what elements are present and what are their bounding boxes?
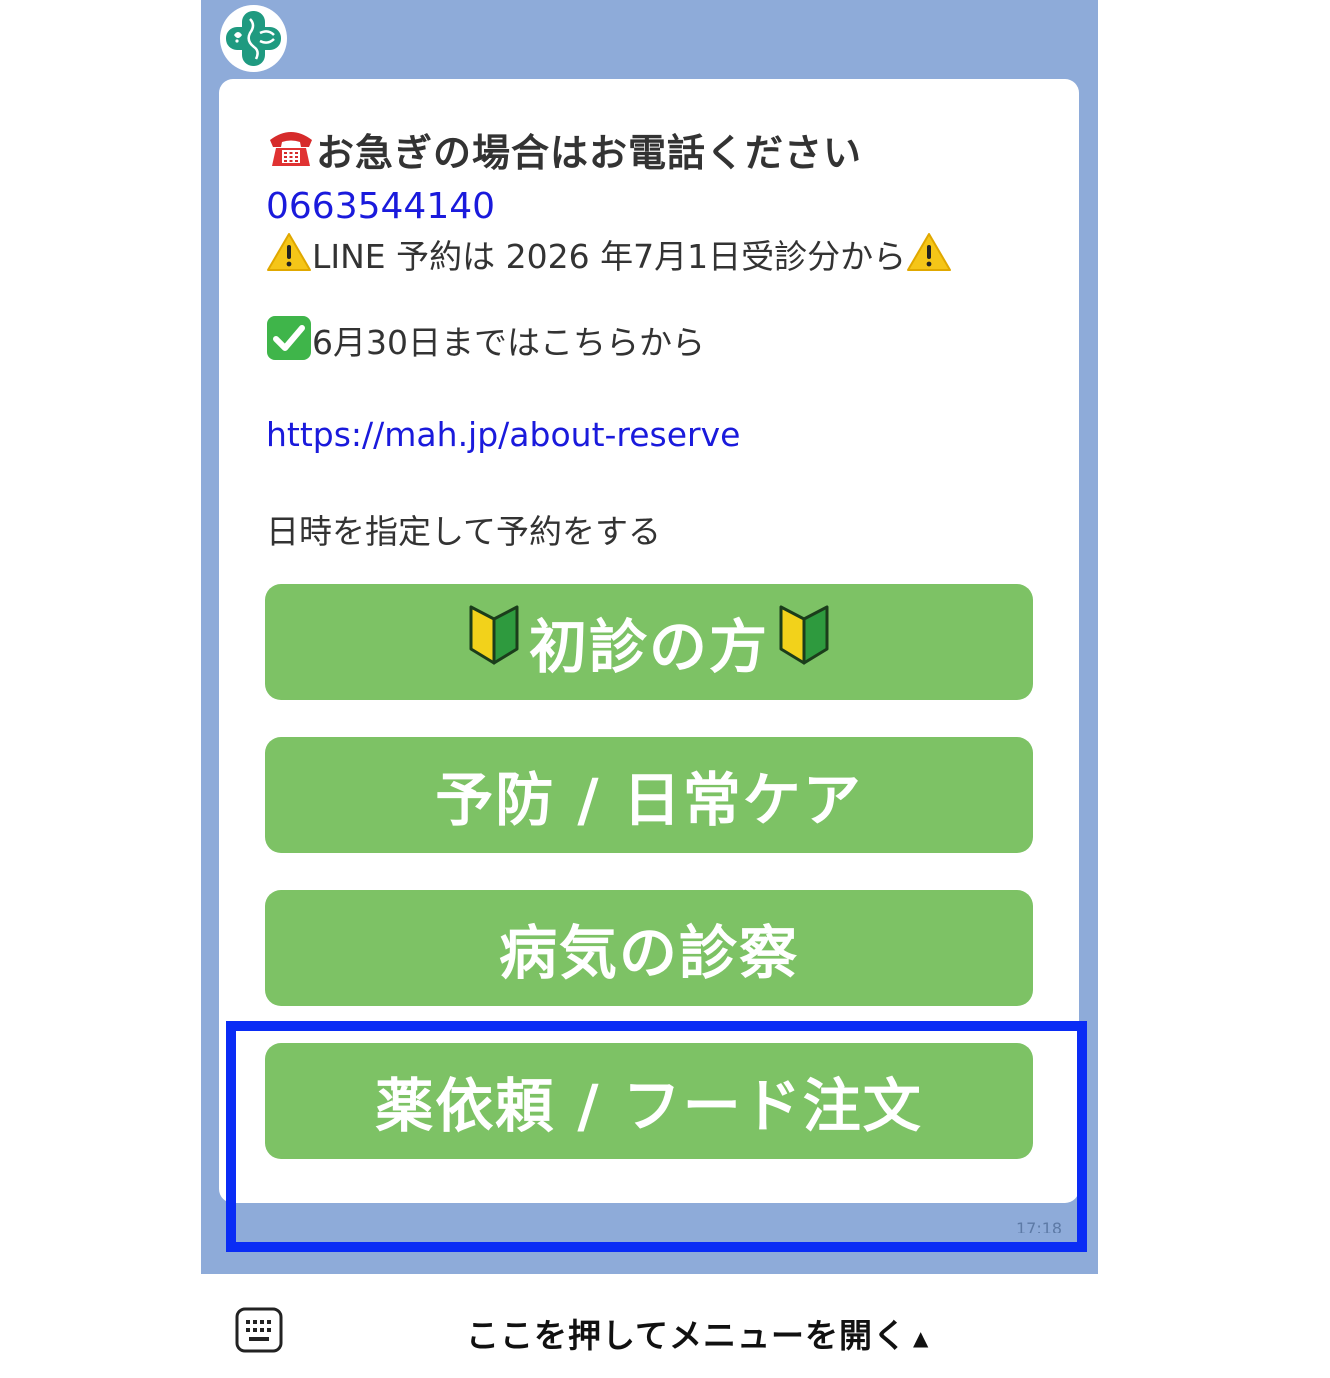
medicine-food-order-button[interactable]: 薬依頼 / フード注文 [265, 1043, 1033, 1159]
reserve-url-link[interactable]: https://mah.jp/about-reserve [266, 415, 740, 454]
reservation-notice: LINE 予約は 2026 年7月1日受診分から [266, 230, 952, 283]
message-timestamp: 17:18 [1016, 1219, 1063, 1233]
phone-number-link[interactable]: 0663544140 [266, 186, 495, 227]
instruction-text: 日時を指定して予約をする [266, 512, 662, 551]
clinic-logo-icon [220, 5, 287, 72]
open-menu-toggle[interactable]: ここを押してメニューを開く ▲ [466, 1309, 929, 1357]
beginner-mark-icon [777, 605, 831, 679]
notice-text: LINE 予約は 2026 年7月1日受診分から [312, 237, 907, 276]
first-visit-label: 初診の方 [528, 613, 769, 681]
keyboard-icon[interactable] [235, 1307, 283, 1357]
warning-icon [906, 232, 952, 280]
first-visit-button[interactable]: 初診の方 [265, 584, 1033, 700]
telephone-icon [266, 126, 316, 179]
beginner-mark-icon [467, 605, 521, 679]
open-menu-label: ここを押してメニューを開く [466, 1316, 908, 1355]
emergency-heading: お急ぎの場合はお電話ください [266, 122, 862, 182]
prevention-care-button[interactable]: 予防 / 日常ケア [265, 737, 1033, 853]
check-mark-icon [266, 315, 312, 369]
illness-exam-button[interactable]: 病気の診察 [265, 890, 1033, 1006]
heading-text: お急ぎの場合はお電話ください [316, 131, 863, 175]
until-date-text: 6月30日まではこちらから [266, 315, 705, 372]
warning-icon [266, 232, 312, 280]
menu-arrow-up-icon: ▲ [913, 1325, 930, 1350]
clinic-avatar[interactable] [220, 5, 287, 72]
until-text: 6月30日まではこちらから [312, 323, 705, 362]
